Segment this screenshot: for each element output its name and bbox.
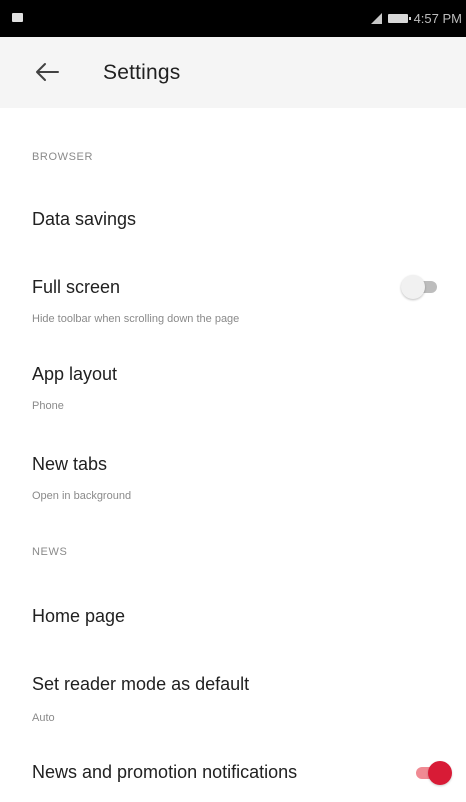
section-header-browser: BROWSER <box>32 151 94 163</box>
app-bar: Settings <box>0 37 466 108</box>
status-bar: 4:57 PM <box>0 0 466 37</box>
signal-icon <box>370 13 382 24</box>
back-arrow-icon[interactable] <box>34 60 60 84</box>
setting-news-promotion-notifications[interactable]: News and promotion notifications <box>32 762 297 783</box>
setting-reader-mode-default[interactable]: Set reader mode as default <box>32 674 249 695</box>
setting-app-layout-summary: Phone <box>32 400 64 412</box>
full-screen-toggle[interactable] <box>401 274 441 300</box>
notification-icon <box>12 13 23 22</box>
status-icons: 4:57 PM <box>370 11 462 26</box>
setting-data-savings[interactable]: Data savings <box>32 209 136 230</box>
setting-app-layout[interactable]: App layout <box>32 364 117 385</box>
toggle-thumb <box>401 275 425 299</box>
setting-full-screen-summary: Hide toolbar when scrolling down the pag… <box>32 313 240 325</box>
setting-home-page[interactable]: Home page <box>32 606 125 627</box>
section-header-news: NEWS <box>32 546 68 558</box>
setting-full-screen[interactable]: Full screen <box>32 277 120 298</box>
news-notifications-toggle[interactable] <box>412 760 452 786</box>
battery-icon <box>387 14 411 23</box>
toggle-thumb <box>428 761 452 785</box>
setting-reader-mode-summary: Auto <box>32 712 55 724</box>
setting-new-tabs-summary: Open in background <box>32 490 132 502</box>
setting-new-tabs[interactable]: New tabs <box>32 454 107 475</box>
status-time: 4:57 PM <box>413 11 462 26</box>
page-title: Settings <box>103 61 181 84</box>
